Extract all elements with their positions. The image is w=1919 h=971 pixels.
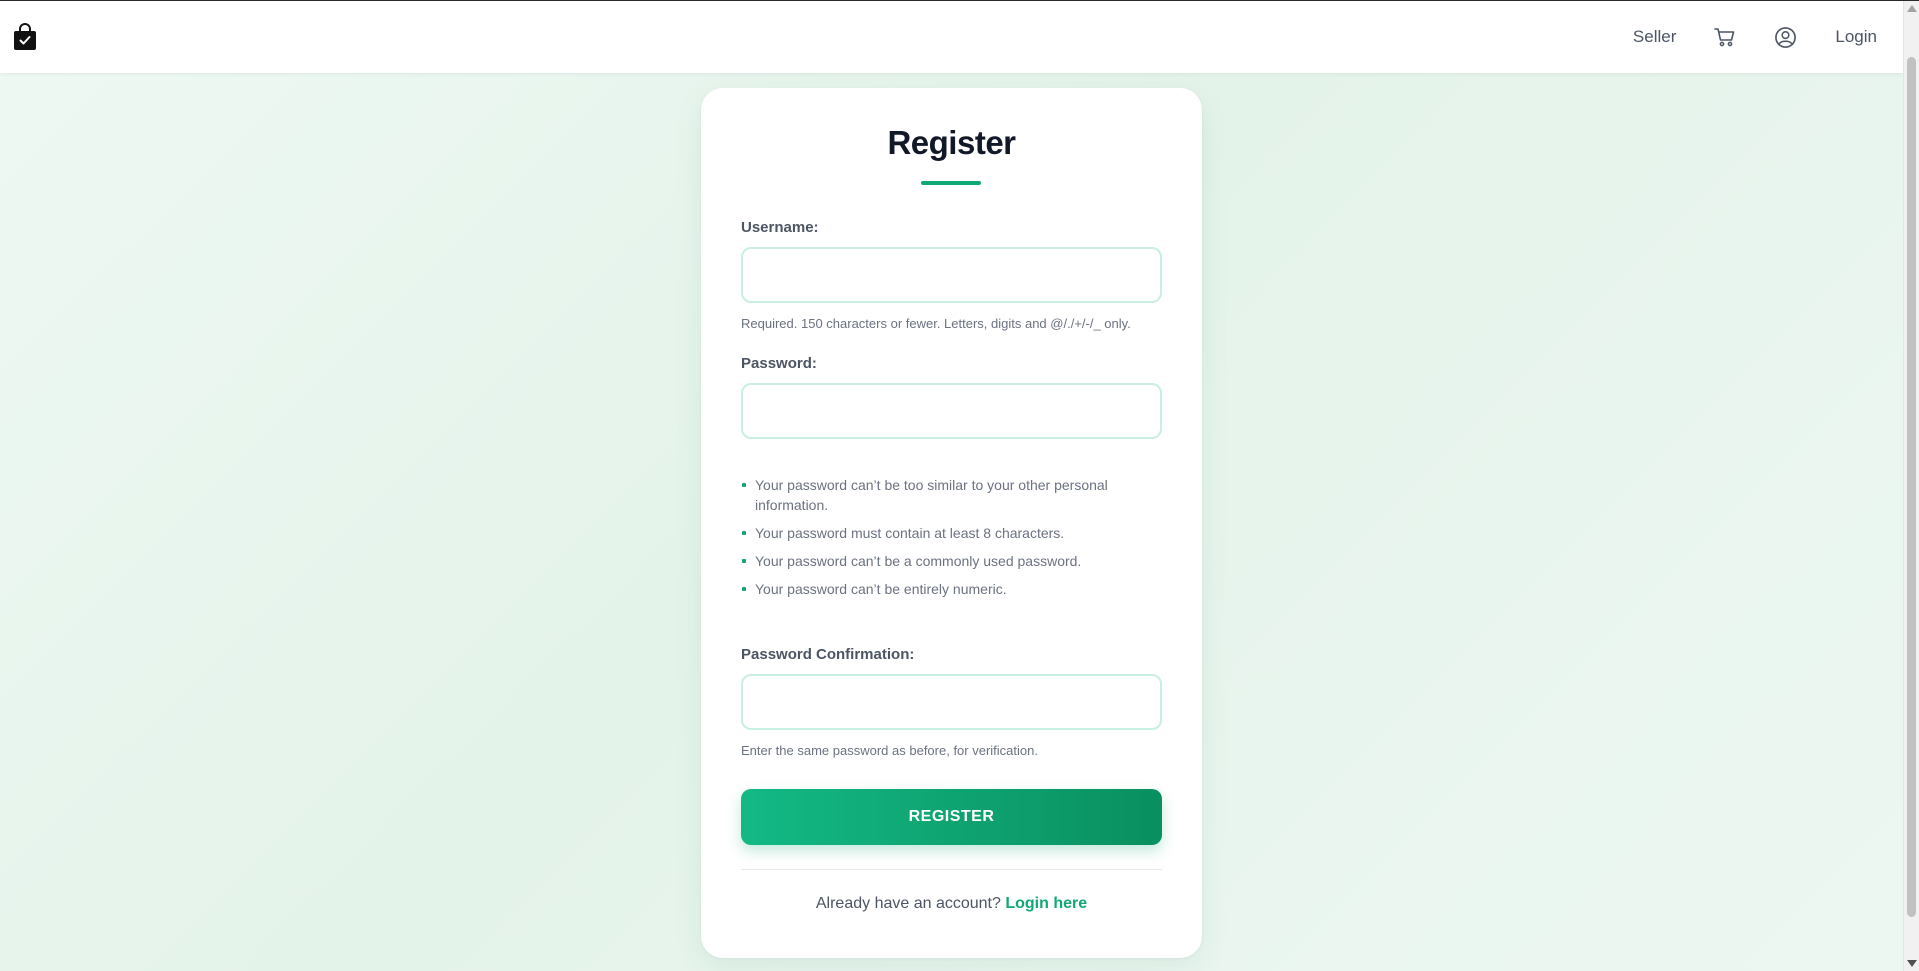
login-prompt-text: Already have an account? xyxy=(815,895,1001,912)
password-rules-list: Your password can’t be too similar to yo… xyxy=(741,475,1162,599)
password-rule-text: Your password can’t be a commonly used p… xyxy=(755,553,1082,569)
username-label: Username: xyxy=(741,219,819,236)
cart-button[interactable] xyxy=(1714,27,1736,47)
scroll-up-arrow-icon[interactable] xyxy=(1907,5,1917,12)
password-rule-text: Your password can’t be entirely numeric. xyxy=(755,581,1007,597)
password-confirmation-label: Password Confirmation: xyxy=(741,646,915,663)
password-confirmation-help-text: Enter the same password as before, for v… xyxy=(741,743,1038,758)
list-item: Your password can’t be too similar to yo… xyxy=(741,475,1162,515)
list-item: Your password can’t be entirely numeric. xyxy=(741,579,1162,599)
username-help-text: Required. 150 characters or fewer. Lette… xyxy=(741,316,1131,331)
scrollbar-thumb[interactable] xyxy=(1907,57,1916,917)
shopping-bag-check-icon xyxy=(14,23,36,50)
bullet-icon xyxy=(742,587,746,591)
brand-logo[interactable] xyxy=(13,23,37,51)
username-input[interactable] xyxy=(741,247,1162,303)
divider xyxy=(741,869,1162,870)
top-navbar: Seller Login xyxy=(0,1,1903,73)
login-link[interactable]: Login xyxy=(1835,27,1877,47)
account-button[interactable] xyxy=(1774,26,1797,49)
nav-menu: Seller Login xyxy=(1633,1,1877,73)
title-underline xyxy=(921,181,981,185)
login-here-link[interactable]: Login here xyxy=(1005,895,1087,912)
register-card: Register Username: Required. 150 charact… xyxy=(701,88,1202,958)
password-rule-text: Your password can’t be too similar to yo… xyxy=(755,477,1108,513)
password-confirmation-input[interactable] xyxy=(741,674,1162,730)
vertical-scrollbar[interactable] xyxy=(1903,1,1919,971)
list-item: Your password must contain at least 8 ch… xyxy=(741,523,1162,543)
login-prompt: Already have an account? Login here xyxy=(701,895,1202,913)
register-button[interactable]: REGISTER xyxy=(741,789,1162,845)
user-circle-icon xyxy=(1775,26,1797,48)
page-title: Register xyxy=(887,124,1016,161)
bullet-icon xyxy=(742,483,746,487)
password-input[interactable] xyxy=(741,383,1162,439)
bullet-icon xyxy=(742,559,746,563)
password-rule-text: Your password must contain at least 8 ch… xyxy=(755,525,1065,541)
list-item: Your password can’t be a commonly used p… xyxy=(741,551,1162,571)
scroll-down-arrow-icon[interactable] xyxy=(1907,960,1917,967)
password-label: Password: xyxy=(741,355,817,372)
cart-icon xyxy=(1714,28,1735,47)
bullet-icon xyxy=(742,531,746,535)
seller-link[interactable]: Seller xyxy=(1633,27,1676,47)
